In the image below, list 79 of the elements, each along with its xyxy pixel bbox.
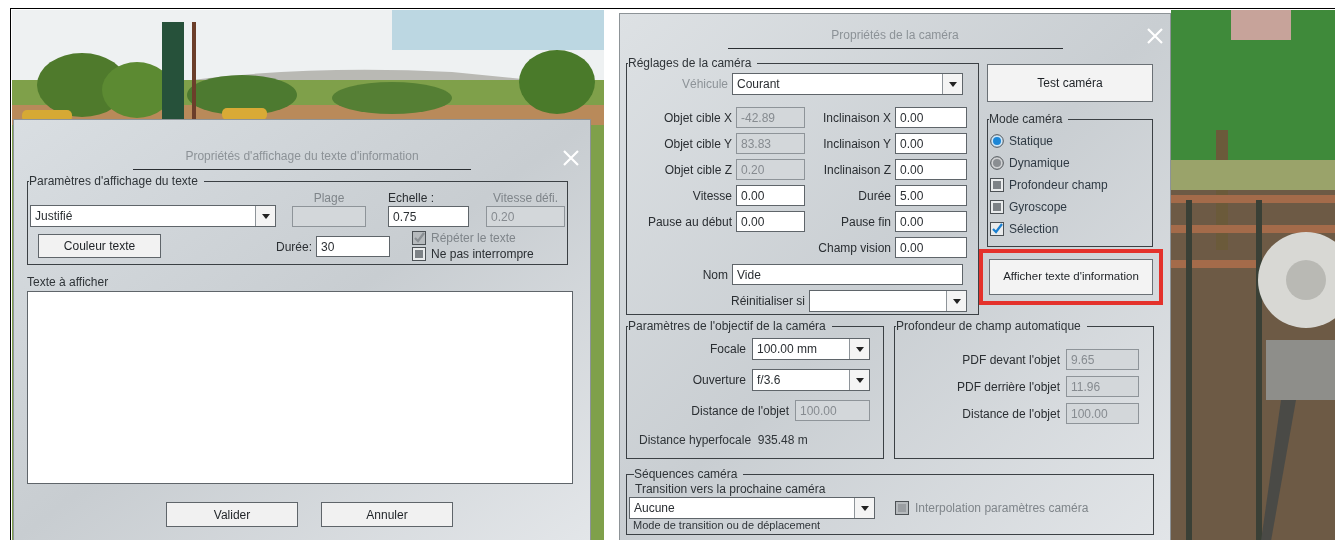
input-field[interactable]: 0.00 [895,159,967,180]
field-label: Champ vision [817,239,891,257]
dropdown[interactable] [809,290,967,312]
input-field[interactable]: 0.00 [895,211,967,232]
field-label: Inclinaison Y [822,135,891,153]
input-field[interactable]: Vide [732,264,963,285]
checkbox[interactable] [990,200,1004,214]
dropdown[interactable]: Aucune [629,497,875,519]
text-area-label: Texte à afficher [27,275,110,289]
checkbox-label: Répéter le texte [431,231,516,245]
input-field[interactable]: 0.00 [895,107,967,128]
info-button[interactable]: Afficher texte d'information [989,259,1153,295]
caret-icon [855,377,864,383]
field-label: Inclinaison Z [822,161,891,179]
option-label: Gyroscope [1009,199,1068,216]
field-label: Objet cible Y [663,135,732,153]
dialog-button[interactable]: Annuler [321,502,453,527]
group-title: Paramètres de l'objectif de la caméra [628,318,827,335]
group-title: Paramètres d'affichage du texte [29,173,199,190]
field-label: PDF derrière l'objet [957,378,1060,396]
checkbox-label: Interpolation paramètres caméra [915,500,1089,517]
checkbox[interactable] [412,247,427,261]
input-field[interactable]: 0.00 [736,185,805,206]
color-button[interactable]: Couleur texte [38,234,161,258]
field-label: Distance de l'objet [962,405,1060,423]
field-label: Ouverture [692,372,746,389]
input-field[interactable]: 0.00 [895,133,967,154]
field-label: Inclinaison X [821,109,891,127]
group-title: Profondeur de champ automatique [896,318,1082,335]
dialog-title: Propriétés de la caméra [831,27,959,44]
field-label: Echelle : [388,192,436,206]
field-label: Véhicule [680,76,729,93]
field-label: Vitesse défi. [491,192,560,206]
dialog-button[interactable]: Valider [166,502,298,527]
test-button[interactable]: Test caméra [987,64,1153,102]
field-label: Plage [312,192,346,206]
radio-button[interactable] [990,156,1004,170]
group-title: Réglages de la caméra [628,55,753,72]
field-label: Durée [857,187,891,205]
field-label: Focale [709,341,746,358]
radio-button[interactable] [990,134,1004,148]
field-label: Pause fin [839,213,891,231]
option-label: Profondeur champ [1009,177,1108,194]
group-title: Mode caméra [989,111,1064,128]
input-field[interactable]: 30 [316,236,391,257]
field-label: Pause au début [646,213,732,231]
field-label: Distance de l'objet [691,402,789,420]
input-field[interactable]: 0.00 [736,211,805,232]
input-field[interactable]: 0.75 [388,206,469,227]
dropdown[interactable]: f/3.6 [752,369,870,391]
field-label: Vitesse [691,187,732,205]
input-field[interactable]: 5.00 [895,185,967,206]
close-icon [1147,28,1163,44]
field-label: Mode de transition ou de déplacement [633,519,822,531]
dialog-title: Propriétés d'affichage du texte d'information [185,148,419,165]
dropdown[interactable]: Justifié [30,205,276,227]
caret-icon [948,81,957,87]
caret-icon [860,505,869,511]
caret-icon [855,346,864,352]
caret-icon [952,298,961,304]
option-label: Sélection [1009,221,1059,238]
hyperfocal-text: Distance hyperfocale 935.48 m [639,432,809,449]
checkbox-label: Ne pas interrompre [431,247,534,261]
checkbox[interactable] [990,222,1004,236]
option-label: Dynamique [1009,155,1070,172]
field-label: Objet cible Z [663,161,732,179]
field-label: Objet cible X [662,109,732,127]
option-label: Statique [1009,133,1054,150]
field-label: Durée: [276,238,313,256]
close-icon [563,150,579,166]
caret-icon [261,213,270,219]
input-field[interactable]: 0.00 [895,237,967,258]
field-label: Transition vers la prochaine caméra [635,483,827,496]
field-label: Réinitialiser si [730,293,806,310]
field-label: Nom [701,266,729,284]
field-label: PDF devant l'objet [962,351,1060,369]
dropdown[interactable]: 100.00 mm [752,338,870,360]
group-title: Séquences caméra [634,466,739,483]
checkbox[interactable] [990,178,1004,192]
